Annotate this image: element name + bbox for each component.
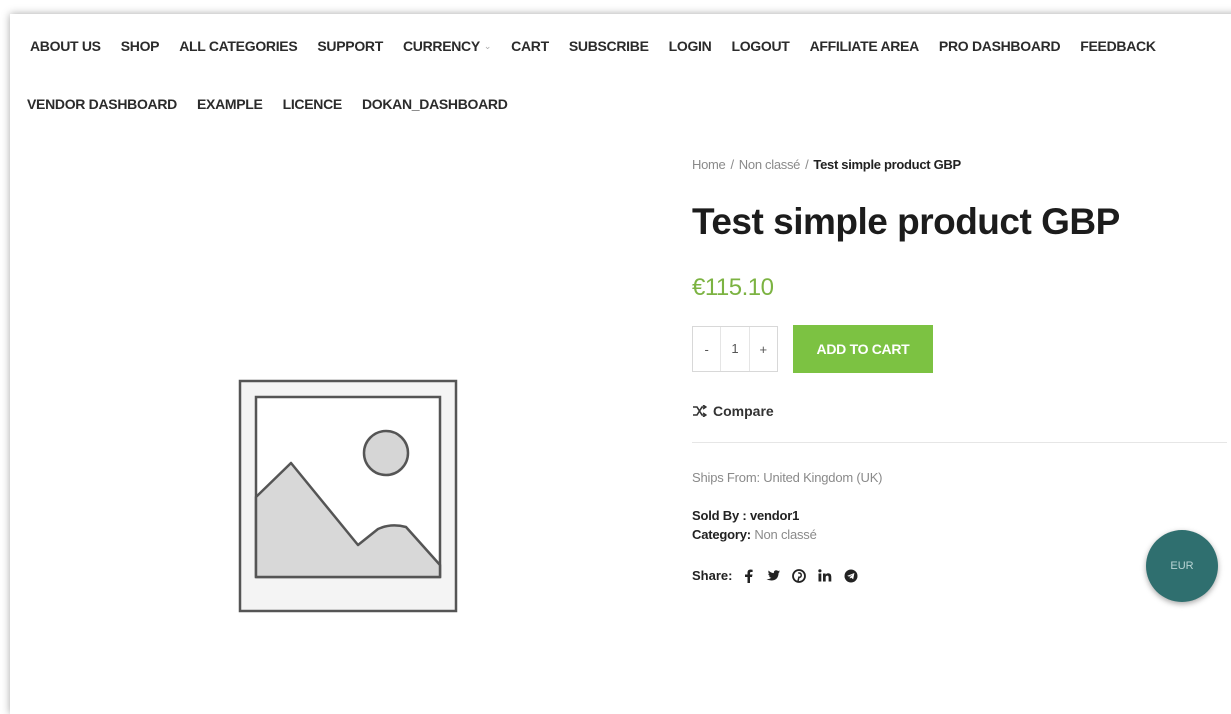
twitter-icon[interactable] <box>765 569 781 582</box>
nav-cart[interactable]: CART <box>511 38 549 54</box>
nav-pro-dashboard[interactable]: PRO DASHBOARD <box>939 38 1061 54</box>
share-row: Share: <box>692 568 858 583</box>
nav-feedback[interactable]: FEEDBACK <box>1080 38 1156 54</box>
main-nav-row-1: ABOUT US SHOP ALL CATEGORIES SUPPORT CUR… <box>30 38 1176 54</box>
nav-support[interactable]: SUPPORT <box>317 38 383 54</box>
nav-example[interactable]: EXAMPLE <box>197 96 263 112</box>
breadcrumb-separator: / <box>805 157 809 172</box>
product-image-placeholder <box>238 379 458 613</box>
breadcrumb-separator: / <box>730 157 734 172</box>
breadcrumb-current: Test simple product GBP <box>813 157 961 172</box>
add-to-cart-button[interactable]: ADD TO CART <box>793 325 933 373</box>
product-price: €115.10 <box>692 274 774 301</box>
page-frame <box>10 14 1231 714</box>
chevron-down-icon: ⌄ <box>483 40 492 51</box>
product-title: Test simple product GBP <box>692 201 1120 242</box>
nav-dokan-dashboard[interactable]: DOKAN_DASHBOARD <box>362 96 508 112</box>
ships-from: Ships From: United Kingdom (UK) <box>692 470 883 485</box>
nav-shop[interactable]: SHOP <box>121 38 160 54</box>
breadcrumb-category[interactable]: Non classé <box>739 157 801 172</box>
main-nav-row-2: VENDOR DASHBOARD EXAMPLE LICENCE DOKAN_D… <box>27 96 528 112</box>
nav-subscribe[interactable]: SUBSCRIBE <box>569 38 649 54</box>
nav-currency[interactable]: CURRENCY ⌄ <box>402 38 492 54</box>
pinterest-icon[interactable] <box>792 568 807 583</box>
sold-by: Sold By : vendor1 <box>692 508 799 523</box>
category: Category: Non classé <box>692 527 817 542</box>
breadcrumb: Home / Non classé / Test simple product GBP <box>692 157 961 172</box>
share-label: Share: <box>692 568 733 583</box>
qty-decrease-button[interactable]: - <box>693 342 720 357</box>
nav-licence[interactable]: LICENCE <box>283 96 343 112</box>
shuffle-icon <box>693 405 707 417</box>
compare-button[interactable]: Compare <box>692 403 774 419</box>
linkedin-icon[interactable] <box>818 569 832 582</box>
nav-about-us[interactable]: ABOUT US <box>30 38 101 54</box>
sold-by-label: Sold By : <box>692 508 747 523</box>
sold-by-vendor[interactable]: vendor1 <box>750 508 799 523</box>
category-link[interactable]: Non classé <box>754 527 817 542</box>
nav-currency-label: CURRENCY <box>402 38 480 54</box>
quantity-stepper: - 1 + <box>692 326 778 372</box>
breadcrumb-home[interactable]: Home <box>692 157 726 172</box>
facebook-icon[interactable] <box>744 569 754 583</box>
nav-login[interactable]: LOGIN <box>669 38 712 54</box>
qty-input[interactable]: 1 <box>720 327 750 371</box>
nav-affiliate-area[interactable]: AFFILIATE AREA <box>810 38 920 54</box>
qty-increase-button[interactable]: + <box>750 342 777 357</box>
compare-label: Compare <box>713 403 774 419</box>
currency-switcher-button[interactable]: EUR <box>1146 530 1218 602</box>
nav-all-categories[interactable]: ALL CATEGORIES <box>179 38 297 54</box>
nav-logout[interactable]: LOGOUT <box>731 38 789 54</box>
divider <box>692 442 1227 443</box>
telegram-icon[interactable] <box>844 569 858 583</box>
category-label: Category: <box>692 527 751 542</box>
nav-vendor-dashboard[interactable]: VENDOR DASHBOARD <box>27 96 177 112</box>
